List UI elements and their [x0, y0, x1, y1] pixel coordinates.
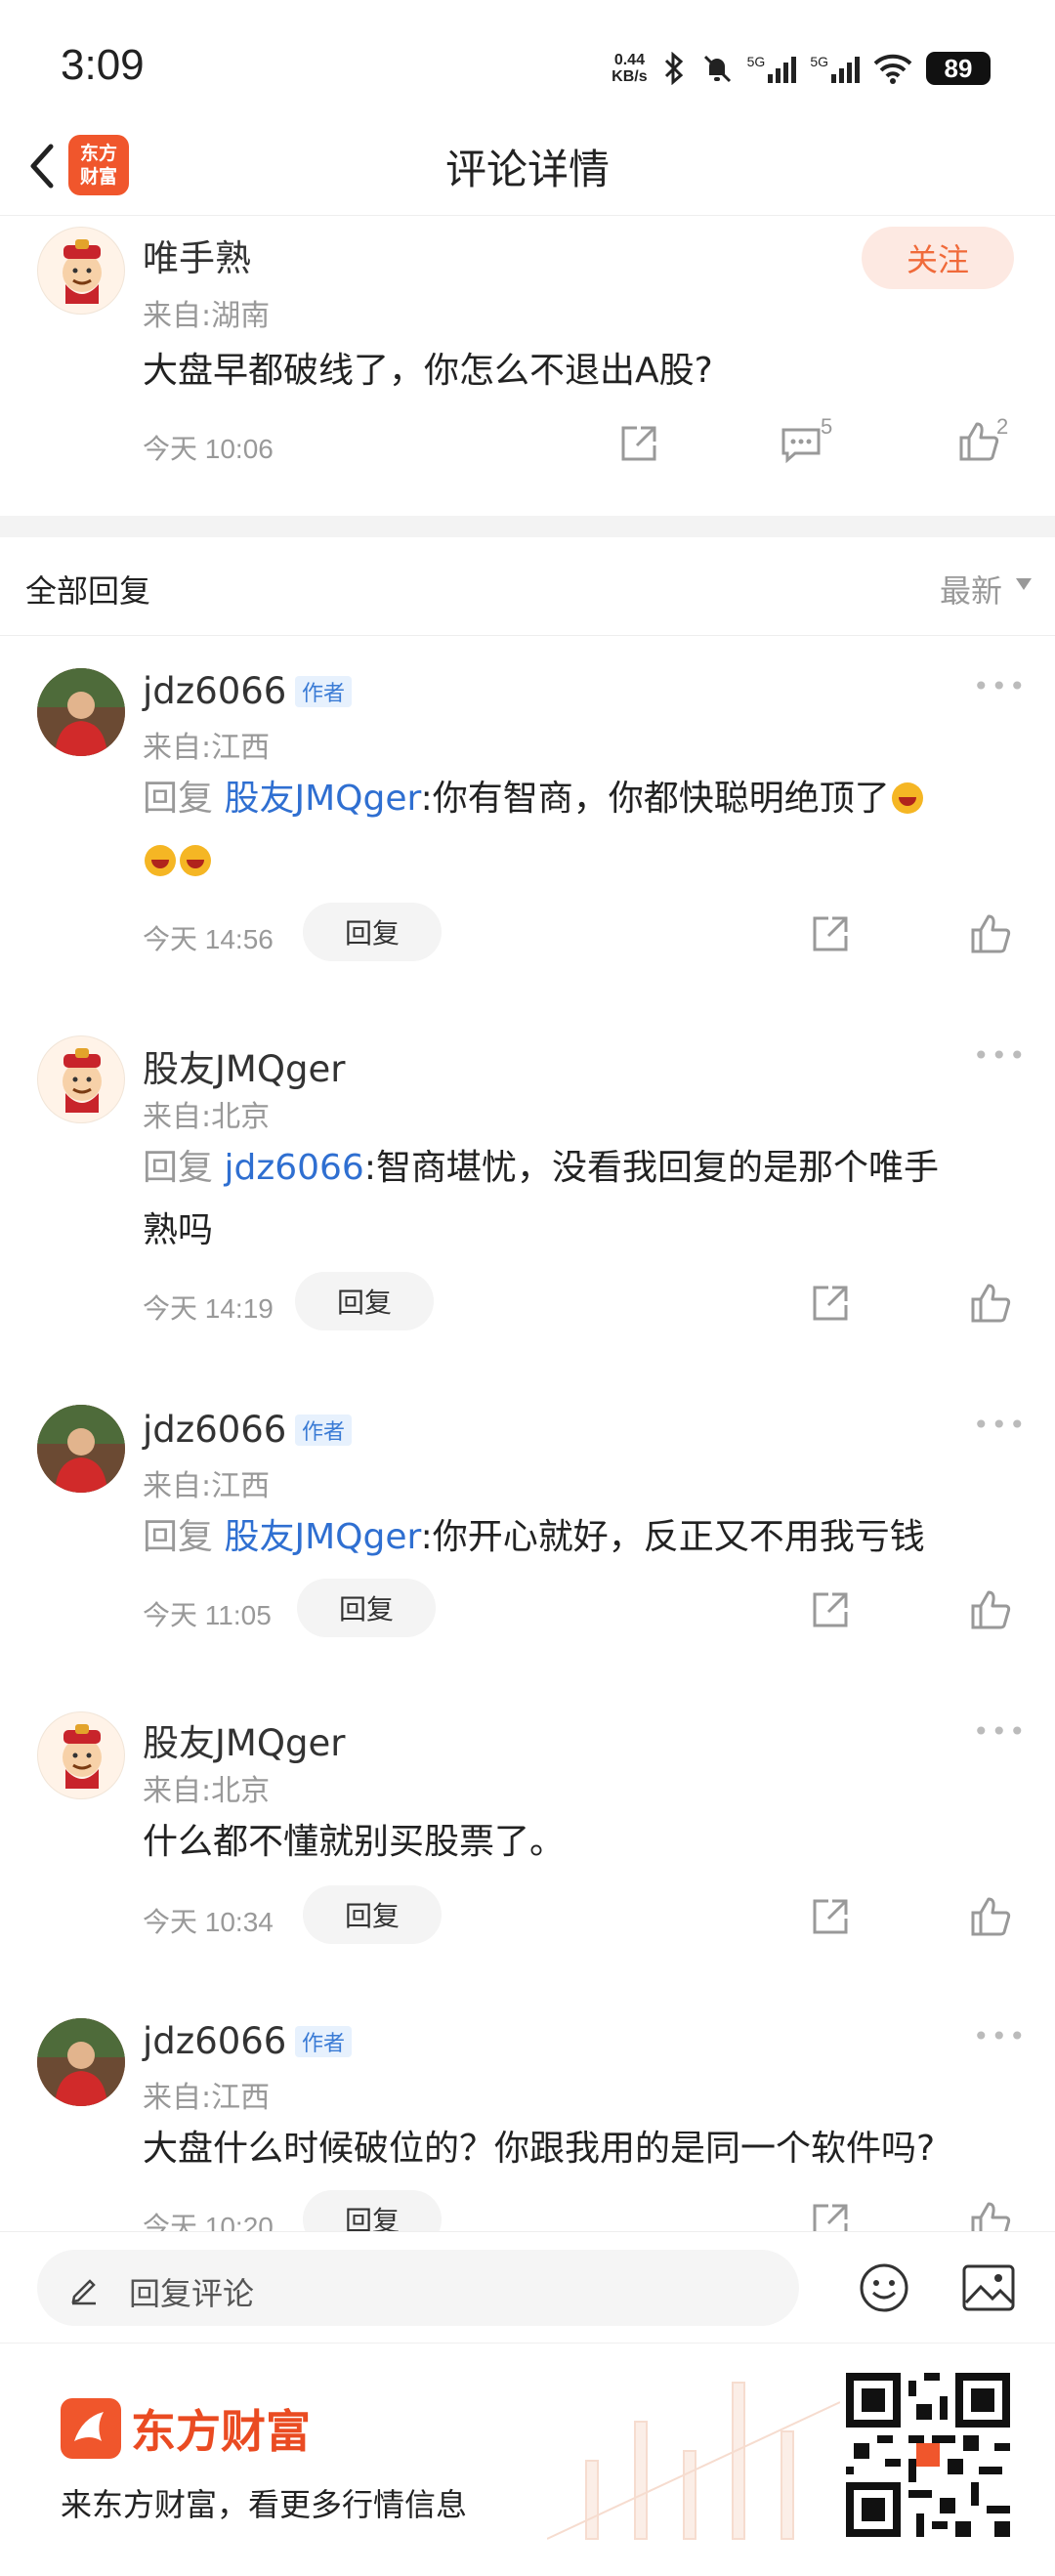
- reply-location: 来自:北京: [143, 1100, 271, 1134]
- reply-location: 来自:北京: [143, 1774, 271, 1808]
- reply-time: 今天 10:34: [143, 1907, 274, 1937]
- reply-input-bar: 回复评论: [0, 2231, 1055, 2342]
- more-options-icon[interactable]: •••: [973, 2020, 1028, 2052]
- page-title: 评论详情: [444, 146, 610, 193]
- reply-username[interactable]: 股友JMQger: [143, 1713, 345, 1766]
- reply-username[interactable]: jdz6066: [143, 1409, 286, 1451]
- reply-content: 回复 jdz6066:智商堪忧，没看我回复的是那个唯手 熟吗: [143, 1148, 939, 1250]
- comment-time: 今天 10:06: [143, 434, 274, 464]
- reply-username[interactable]: 股友JMQger: [143, 1039, 345, 1092]
- user-photo-avatar-icon: [37, 1405, 125, 1493]
- comment-username[interactable]: 唯手熟: [143, 229, 251, 281]
- brand-logo-icon: [61, 2398, 121, 2459]
- comment-content: 大盘早都破线了，你怎么不退出A股?: [143, 351, 713, 391]
- reply-button[interactable]: 回复: [295, 1272, 434, 1330]
- share-icon[interactable]: [807, 1280, 854, 1327]
- comment-count: 5: [821, 414, 833, 439]
- status-bar: 3:09 0.44 KB/s 5G 5G 89: [0, 0, 1055, 137]
- mute-bell-icon: [703, 55, 731, 83]
- author-badge: 作者: [295, 676, 353, 707]
- replies-header: 全部回复 最新: [0, 537, 1055, 636]
- bluetooth-icon: [664, 52, 683, 85]
- reply-location: 来自:江西: [143, 2081, 271, 2115]
- reply-button[interactable]: 回复: [297, 1579, 436, 1637]
- reply-time: 今天 14:56: [143, 924, 274, 954]
- fortune-god-avatar-icon: [63, 1048, 102, 1113]
- section-divider: [0, 516, 1055, 537]
- signal-strength-icon-2: 5G: [810, 54, 860, 83]
- battery-indicator: 89: [926, 52, 991, 85]
- mention-link[interactable]: 股友JMQger: [224, 779, 420, 819]
- signal-strength-icon: 5G: [747, 54, 797, 83]
- follow-button[interactable]: 关注: [862, 227, 1014, 289]
- reply-location: 来自:江西: [143, 731, 271, 765]
- reply-content: 回复 股友JMQger:你有智商，你都快聪明绝顶了: [143, 768, 1022, 893]
- reply-input[interactable]: 回复评论: [37, 2250, 799, 2326]
- user-photo-avatar-icon: [37, 668, 125, 756]
- wifi-icon: [873, 54, 912, 84]
- more-options-icon[interactable]: •••: [973, 1715, 1028, 1748]
- network-speed: 0.44 KB/s: [612, 52, 648, 85]
- comment-location: 来自:湖南: [143, 299, 271, 333]
- like-icon[interactable]: [967, 910, 1014, 957]
- promo-banner[interactable]: 东方财富 来东方财富，看更多行情信息: [0, 2343, 1055, 2576]
- fortune-god-avatar-icon: [63, 1724, 102, 1789]
- caret-down-icon[interactable]: [1016, 578, 1032, 590]
- reply-content: 什么都不懂就别买股票了。: [143, 1822, 566, 1862]
- reply-location: 来自:江西: [143, 1469, 271, 1503]
- banner-brand: 东方财富: [131, 2405, 311, 2458]
- pencil-icon: [71, 2279, 96, 2305]
- like-icon[interactable]: [967, 1893, 1014, 1940]
- banner-slogan: 来东方财富，看更多行情信息: [61, 2486, 468, 2523]
- share-icon[interactable]: [615, 420, 662, 467]
- like-icon[interactable]: [967, 1586, 1014, 1633]
- more-options-icon[interactable]: •••: [973, 1409, 1028, 1441]
- laughing-emoji-icon: [180, 845, 211, 876]
- more-options-icon[interactable]: •••: [973, 1039, 1028, 1072]
- user-photo-avatar-icon: [37, 2018, 125, 2106]
- reply-content: 回复 股友JMQger:你开心就好，反正又不用我亏钱: [143, 1517, 925, 1557]
- share-icon[interactable]: [807, 1893, 854, 1940]
- reply-time: 今天 14:19: [143, 1293, 274, 1324]
- emoji-icon[interactable]: [858, 2261, 910, 2314]
- reply-content: 大盘什么时候破位的？你跟我用的是同一个软件吗?: [143, 2129, 936, 2169]
- image-icon[interactable]: [961, 2263, 1016, 2312]
- status-icons: 0.44 KB/s 5G 5G 89: [612, 45, 991, 92]
- avatar[interactable]: [37, 668, 125, 756]
- like-icon[interactable]: [967, 1280, 1014, 1327]
- reply-button[interactable]: 回复: [303, 903, 442, 961]
- replies-title: 全部回复: [25, 572, 151, 610]
- laughing-emoji-icon: [145, 845, 176, 876]
- avatar[interactable]: [37, 1035, 125, 1123]
- reply-button[interactable]: 回复: [303, 1885, 442, 1944]
- laughing-emoji-icon: [891, 782, 923, 814]
- qr-code-icon: [846, 2373, 1010, 2537]
- sort-dropdown[interactable]: 最新: [940, 567, 1002, 612]
- mention-link[interactable]: jdz6066: [224, 1148, 363, 1188]
- mention-link[interactable]: 股友JMQger: [224, 1517, 420, 1557]
- avatar[interactable]: [37, 2018, 125, 2106]
- avatar[interactable]: [37, 1711, 125, 1799]
- share-icon[interactable]: [807, 1586, 854, 1633]
- reply-username[interactable]: jdz6066: [143, 2020, 286, 2062]
- reply-time: 今天 11:05: [143, 1600, 272, 1630]
- banner-background-pattern: [547, 2382, 840, 2540]
- like-count: 2: [996, 414, 1009, 439]
- status-time: 3:09: [61, 41, 145, 89]
- like-icon[interactable]: [955, 418, 1002, 465]
- fortune-god-avatar-icon: [63, 239, 102, 304]
- more-options-icon[interactable]: •••: [973, 670, 1028, 702]
- reply-username[interactable]: jdz6066: [143, 670, 286, 712]
- avatar[interactable]: [37, 1405, 125, 1493]
- avatar[interactable]: [37, 227, 125, 315]
- share-icon[interactable]: [807, 910, 854, 957]
- comment-icon[interactable]: [778, 420, 824, 467]
- author-badge: 作者: [295, 2026, 353, 2057]
- author-badge: 作者: [295, 1415, 353, 1446]
